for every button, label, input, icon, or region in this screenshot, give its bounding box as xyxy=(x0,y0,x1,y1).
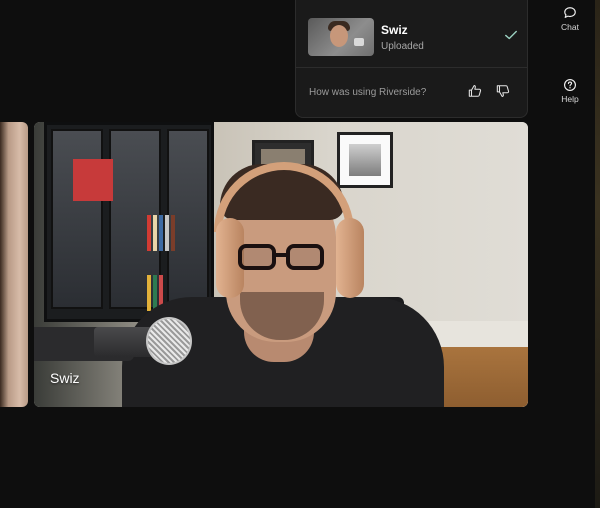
record-poster xyxy=(73,159,113,201)
participant-upload-row: Swiz Uploaded xyxy=(308,16,518,58)
book xyxy=(147,275,151,311)
video-tile-main[interactable]: Swiz xyxy=(34,122,528,407)
chat-button[interactable]: Chat xyxy=(545,6,595,32)
help-label: Help xyxy=(561,94,579,104)
headphones-earcup-right xyxy=(336,218,364,298)
mic-head xyxy=(146,317,192,365)
participant-thumbnail xyxy=(308,18,374,56)
participant-name-label: Swiz xyxy=(50,370,80,386)
recording-status-popup: Swiz Uploaded How was using Riverside? xyxy=(295,0,528,118)
video-stage: Swiz Swiz Uploaded How was using Riversi… xyxy=(0,0,545,508)
participant-name: Swiz xyxy=(381,22,408,37)
person-glasses xyxy=(238,244,324,270)
book xyxy=(159,215,163,251)
glasses-bridge xyxy=(276,253,286,257)
chat-label: Chat xyxy=(561,22,579,32)
video-tile-left[interactable] xyxy=(0,122,28,407)
check-icon xyxy=(505,30,517,40)
help-icon xyxy=(564,79,576,91)
upload-status: Uploaded xyxy=(381,40,424,52)
book xyxy=(153,215,157,251)
right-sidebar: Chat Help xyxy=(545,0,595,508)
window-edge xyxy=(595,0,600,508)
chat-icon xyxy=(564,7,576,18)
thumbs-up-icon[interactable] xyxy=(468,84,482,98)
bookshelf xyxy=(44,122,214,322)
help-button[interactable]: Help xyxy=(545,78,595,104)
book xyxy=(147,215,151,251)
glasses-lens xyxy=(286,244,324,270)
book xyxy=(171,215,175,251)
book xyxy=(165,215,169,251)
feedback-question: How was using Riverside? xyxy=(309,87,427,98)
glasses-lens xyxy=(238,244,276,270)
shelf-glass-left xyxy=(51,129,103,309)
popup-divider xyxy=(296,67,527,68)
thumbs-down-icon[interactable] xyxy=(496,84,510,98)
wall-frame-right xyxy=(337,132,393,188)
